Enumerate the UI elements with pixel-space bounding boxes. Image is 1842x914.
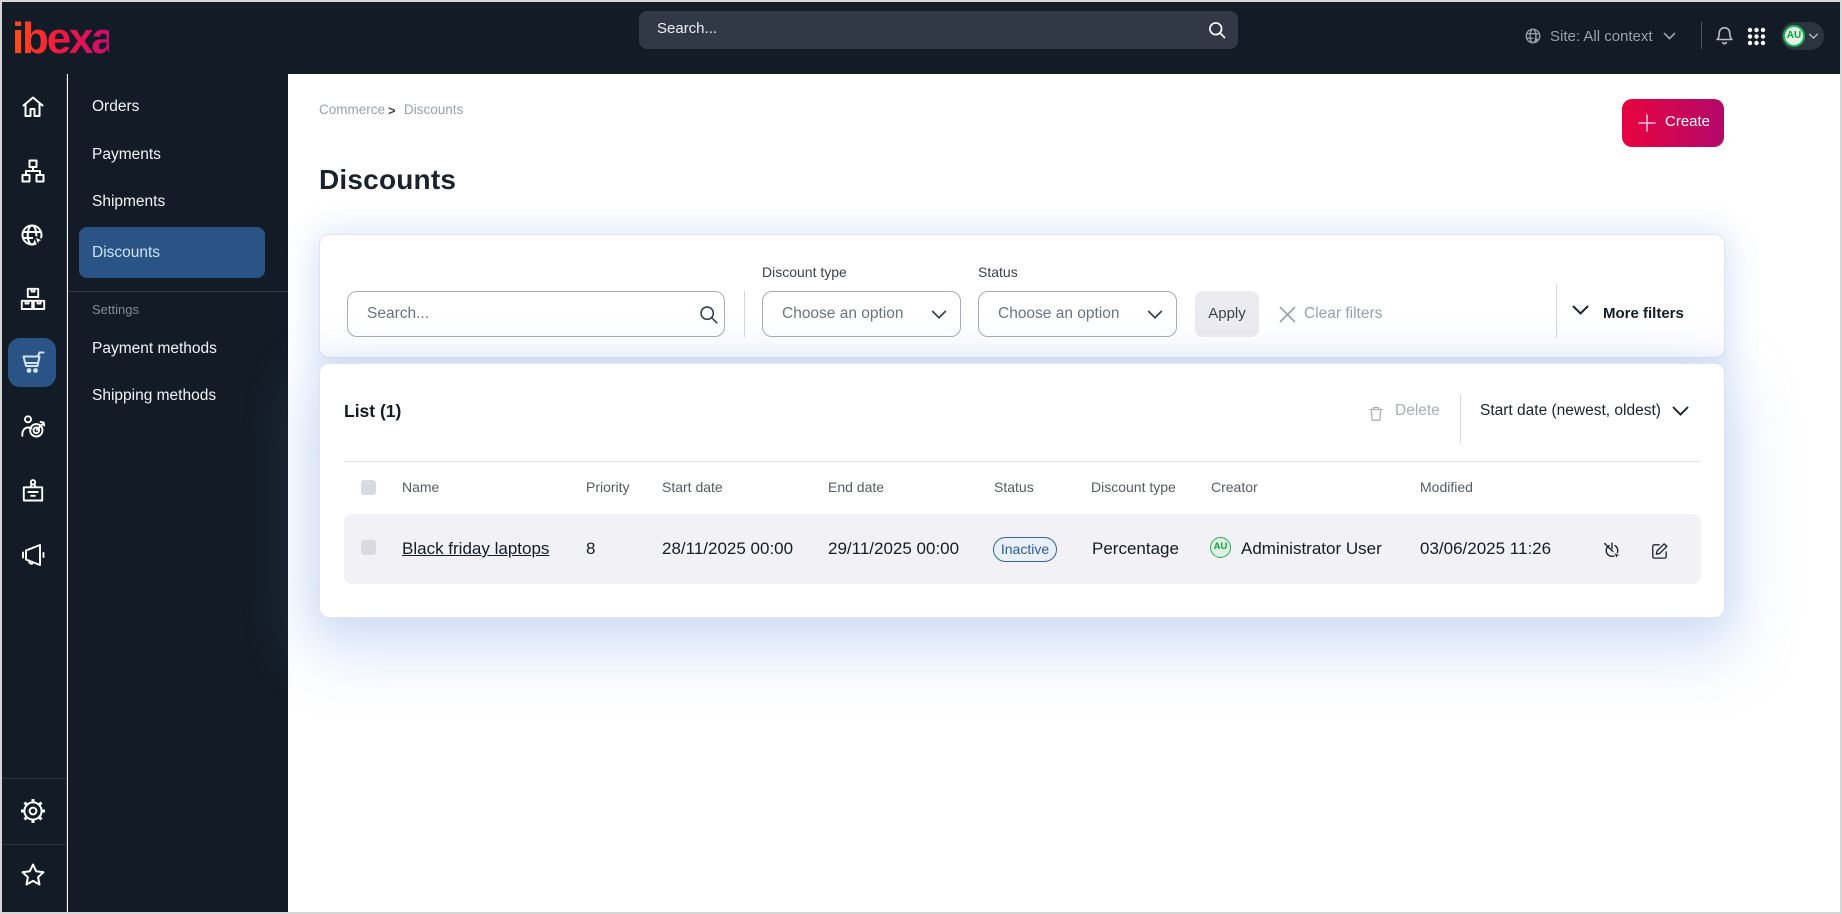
svg-text:ibexa: ibexa	[14, 15, 109, 57]
